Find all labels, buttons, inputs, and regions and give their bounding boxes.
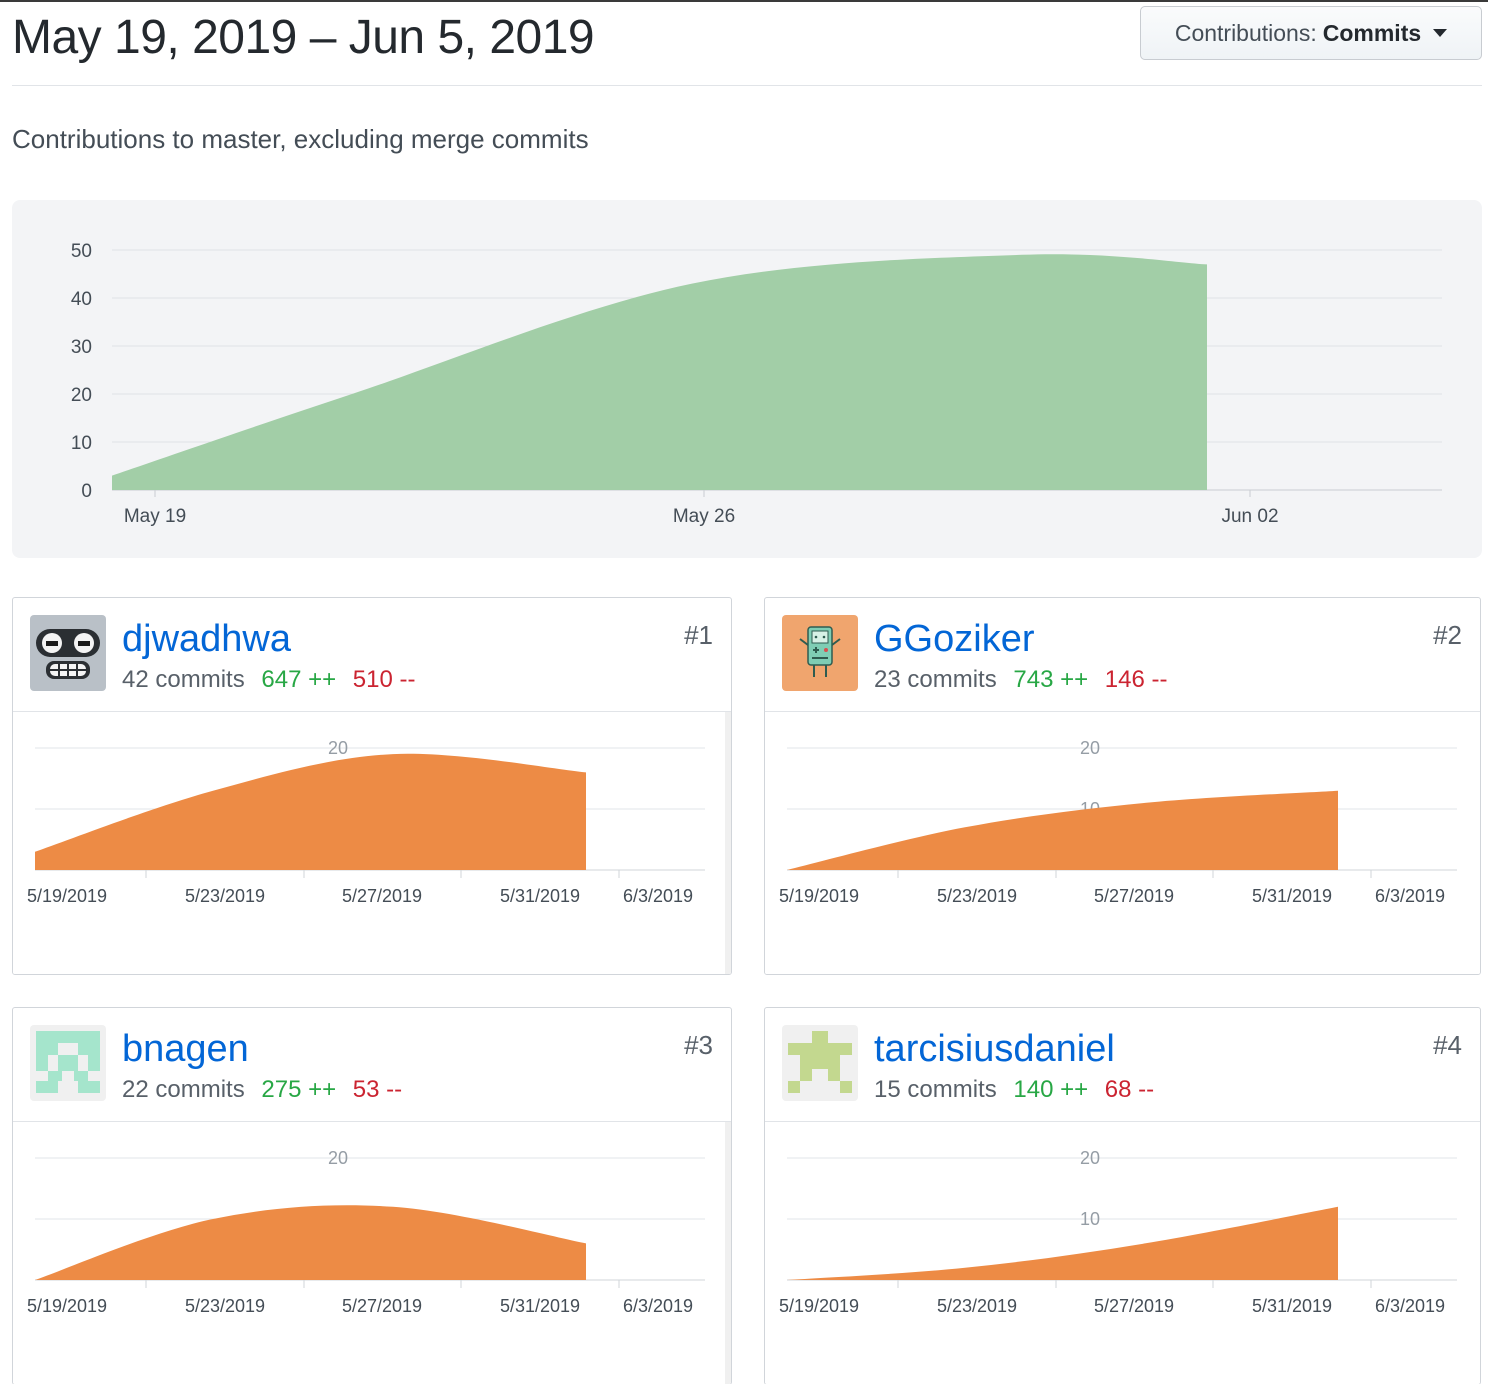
identicon-teal-icon[interactable] xyxy=(30,1025,106,1101)
commits-area xyxy=(112,254,1207,490)
x-tick-label: 5/31/2019 xyxy=(1252,1296,1332,1316)
additions-count: 743 ++ xyxy=(1013,666,1089,693)
game-console-avatar-icon[interactable] xyxy=(782,615,858,691)
contributor-rank: #4 xyxy=(1433,1030,1462,1060)
x-tick-label: May 19 xyxy=(124,506,186,527)
y-tick-label: 30 xyxy=(71,337,92,358)
y-tick-label: 10 xyxy=(71,433,92,454)
contributor-chart: 20 10 5/19/2019 5/23/2019 5/27/2019 5/31/2019… xyxy=(765,1122,1480,1384)
y-tick-label: 0 xyxy=(81,481,92,502)
contributor-commits-area xyxy=(35,753,586,870)
x-tick-label: 5/27/2019 xyxy=(342,1296,422,1316)
date-range-title: May 19, 2019 – Jun 5, 2019 xyxy=(12,11,595,64)
contributor-chart-svg: 20 5/19/2019 5/23/2019 5/27/2019 5/31/2019 6/… xyxy=(27,1148,705,1316)
window-top-border xyxy=(0,0,1488,2)
contributor-card-header: bnagen 22 commits 275 ++ 53 -- #3 xyxy=(13,1008,731,1122)
page-header: May 19, 2019 – Jun 5, 2019 Contributions… xyxy=(12,6,1482,86)
contributor-card: bnagen 22 commits 275 ++ 53 -- #3 20 5/19… xyxy=(12,1007,732,1384)
y-tick-label: 20 xyxy=(1080,1148,1100,1168)
x-tick-label: 5/19/2019 xyxy=(27,1296,107,1316)
y-tick-label: 20 xyxy=(328,738,348,758)
identicon-green-icon[interactable] xyxy=(782,1025,858,1101)
x-tick-label: 5/23/2019 xyxy=(185,886,265,906)
additions-count: 275 ++ xyxy=(261,1076,337,1103)
x-tick-label: 5/19/2019 xyxy=(27,886,107,906)
x-tick-label: 6/3/2019 xyxy=(623,1296,693,1316)
contributor-card: tarcisiusdaniel 15 commits 140 ++ 68 -- … xyxy=(764,1007,1481,1384)
contributor-commits-area xyxy=(35,1205,586,1280)
x-tick-label: 5/27/2019 xyxy=(1094,1296,1174,1316)
x-tick-label: 5/23/2019 xyxy=(937,886,1017,906)
main-contributions-chart: 0 10 20 30 40 50 May 19 May 26 Jun 02 xyxy=(12,200,1482,558)
commit-count: 23 commits xyxy=(874,666,997,693)
contributor-username-link[interactable]: djwadhwa xyxy=(122,618,291,661)
chart-scroll-edge xyxy=(725,712,731,974)
x-tick-label: 5/27/2019 xyxy=(1094,886,1174,906)
contributor-commits-area xyxy=(787,1206,1338,1280)
contributor-card-header: djwadhwa 42 commits 647 ++ 510 -- #1 xyxy=(13,598,731,712)
x-tick-label: 6/3/2019 xyxy=(1375,886,1445,906)
deletions-count: 53 -- xyxy=(352,1076,403,1103)
commit-count: 42 commits xyxy=(122,666,245,693)
contributor-chart-svg: 20 10 5/19/2019 5/23/2019 5/27/2019 5/31/2019… xyxy=(779,1148,1457,1316)
x-tick-label: Jun 02 xyxy=(1221,506,1278,527)
contributor-username-link[interactable]: bnagen xyxy=(122,1028,249,1071)
contributor-card: djwadhwa 42 commits 647 ++ 510 -- #1 20 5… xyxy=(12,597,732,975)
contributor-stats: 22 commits 275 ++ 53 -- xyxy=(122,1076,402,1104)
contributor-stats: 42 commits 647 ++ 510 -- xyxy=(122,666,416,694)
y-tick-label: 50 xyxy=(71,241,92,262)
contributor-card-header: tarcisiusdaniel 15 commits 140 ++ 68 -- … xyxy=(765,1008,1480,1122)
x-tick-label: 5/31/2019 xyxy=(1252,886,1332,906)
x-tick-label: 5/19/2019 xyxy=(779,1296,859,1316)
y-tick-label: 10 xyxy=(1080,1209,1100,1229)
contributor-username-link[interactable]: tarcisiusdaniel xyxy=(874,1028,1115,1071)
contributor-card-header: GGoziker 23 commits 743 ++ 146 -- #2 xyxy=(765,598,1480,712)
contributor-rank: #3 xyxy=(684,1030,713,1060)
contributor-chart-svg: 20105/19/20195/23/20195/27/20195/31/2019… xyxy=(779,738,1457,906)
graph-subtitle: Contributions to master, excluding merge… xyxy=(12,124,589,154)
chart-scroll-edge xyxy=(725,1122,731,1384)
main-chart-svg: 0 10 20 30 40 50 May 19 May 26 Jun 02 xyxy=(71,241,1442,527)
x-tick-label: 5/31/2019 xyxy=(500,886,580,906)
contributor-stats: 23 commits 743 ++ 146 -- xyxy=(874,666,1168,694)
commit-count: 22 commits xyxy=(122,1076,245,1103)
y-tick-label: 20 xyxy=(71,385,92,406)
deletions-count: 510 -- xyxy=(352,666,416,693)
x-tick-label: 5/23/2019 xyxy=(937,1296,1017,1316)
contributor-card: GGoziker 23 commits 743 ++ 146 -- #2 20 1… xyxy=(764,597,1481,975)
contributor-rank: #1 xyxy=(684,620,713,650)
additions-count: 140 ++ xyxy=(1013,1076,1089,1103)
commit-count: 15 commits xyxy=(874,1076,997,1103)
contributor-username-link[interactable]: GGoziker xyxy=(874,618,1034,661)
contributor-chart: 20 5/19/2019 5/23/2019 5/27/2019 5/31/2019 6/… xyxy=(13,712,731,974)
x-tick-label: 6/3/2019 xyxy=(1375,1296,1445,1316)
contributor-chart: 20105/19/20195/23/20195/27/20195/31/2019… xyxy=(765,712,1480,974)
robot-avatar-icon[interactable] xyxy=(30,615,106,691)
x-tick-label: 5/27/2019 xyxy=(342,886,422,906)
dropdown-value: Commits xyxy=(1322,19,1422,46)
y-tick-label: 20 xyxy=(328,1148,348,1168)
x-tick-label: 6/3/2019 xyxy=(623,886,693,906)
x-tick-label: 5/23/2019 xyxy=(185,1296,265,1316)
contributor-chart: 20 5/19/2019 5/23/2019 5/27/2019 5/31/2019 6/… xyxy=(13,1122,731,1384)
contributor-chart-svg: 20 5/19/2019 5/23/2019 5/27/2019 5/31/2019 6/… xyxy=(27,738,705,906)
contributor-stats: 15 commits 140 ++ 68 -- xyxy=(874,1076,1154,1104)
x-tick-label: 5/19/2019 xyxy=(779,886,859,906)
deletions-count: 68 -- xyxy=(1104,1076,1155,1103)
y-tick-label: 20 xyxy=(1080,738,1100,758)
dropdown-label: Contributions: xyxy=(1174,19,1317,46)
contributions-type-dropdown[interactable]: Contributions: Commits xyxy=(1140,6,1482,60)
additions-count: 647 ++ xyxy=(261,666,337,693)
y-tick-label: 40 xyxy=(71,289,92,310)
x-tick-label: 5/31/2019 xyxy=(500,1296,580,1316)
contributor-rank: #2 xyxy=(1433,620,1462,650)
deletions-count: 146 -- xyxy=(1104,666,1168,693)
caret-down-icon xyxy=(1433,29,1448,37)
contributor-commits-area xyxy=(787,790,1338,870)
x-tick-label: May 26 xyxy=(673,506,735,527)
